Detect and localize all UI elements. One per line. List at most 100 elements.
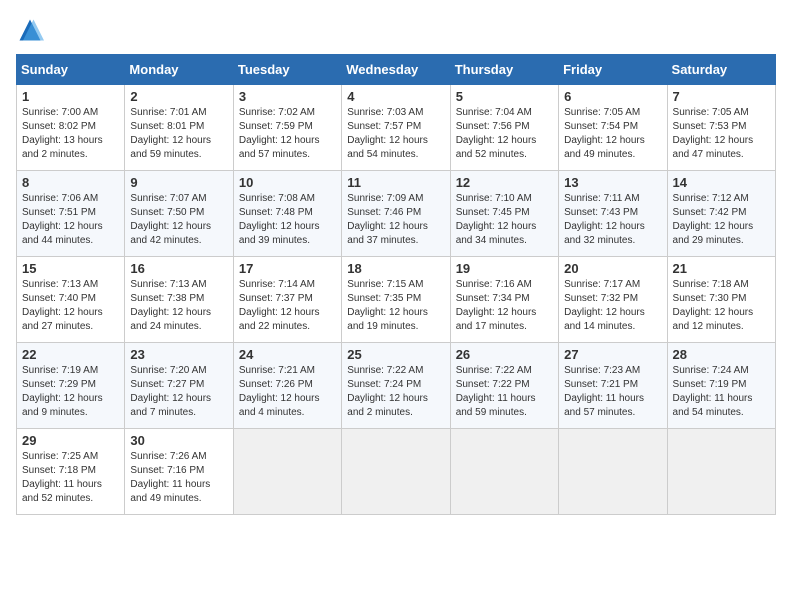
- col-header-tuesday: Tuesday: [233, 55, 341, 85]
- calendar-cell: 1 Sunrise: 7:00 AMSunset: 8:02 PMDaylight…: [17, 85, 125, 171]
- calendar-cell: 15Sunrise: 7:13 AMSunset: 7:40 PMDayligh…: [17, 257, 125, 343]
- calendar-cell: [233, 429, 341, 515]
- cell-content: Sunrise: 7:13 AMSunset: 7:40 PMDaylight:…: [22, 278, 119, 334]
- cell-content: Sunrise: 7:17 AMSunset: 7:32 PMDaylight:…: [564, 278, 661, 334]
- calendar-cell: 17 Sunrise: 7:14 AMSunset: 7:37 PMDayligh…: [233, 257, 341, 343]
- cell-content: Sunrise: 7:03 AMSunset: 7:57 PMDaylight:…: [347, 106, 444, 162]
- calendar-cell: 7 Sunrise: 7:05 AMSunset: 7:53 PMDaylight…: [667, 85, 775, 171]
- page-header: [16, 16, 776, 44]
- cell-content: Sunrise: 7:21 AMSunset: 7:26 PMDaylight:…: [239, 364, 336, 420]
- week-row-5: 29 Sunrise: 7:25 AMSunset: 7:18 PMDayligh…: [17, 429, 776, 515]
- day-number: 6: [564, 89, 661, 104]
- day-number: 18: [347, 261, 444, 276]
- day-number: 21: [673, 261, 770, 276]
- col-header-thursday: Thursday: [450, 55, 558, 85]
- cell-content: Sunrise: 7:23 AMSunset: 7:21 PMDaylight:…: [564, 364, 661, 420]
- calendar-cell: 28Sunrise: 7:24 AMSunset: 7:19 PMDayligh…: [667, 343, 775, 429]
- calendar-cell: 24 Sunrise: 7:21 AMSunset: 7:26 PMDayligh…: [233, 343, 341, 429]
- day-number: 22: [22, 347, 119, 362]
- calendar-cell: 16 Sunrise: 7:13 AMSunset: 7:38 PMDayligh…: [125, 257, 233, 343]
- logo-icon: [16, 16, 44, 44]
- calendar-cell: 21 Sunrise: 7:18 AMSunset: 7:30 PMDayligh…: [667, 257, 775, 343]
- calendar-cell: 14 Sunrise: 7:12 AMSunset: 7:42 PMDayligh…: [667, 171, 775, 257]
- day-number: 12: [456, 175, 553, 190]
- cell-content: Sunrise: 7:08 AMSunset: 7:48 PMDaylight:…: [239, 192, 336, 248]
- day-number: 2: [130, 89, 227, 104]
- calendar-cell: 20 Sunrise: 7:17 AMSunset: 7:32 PMDayligh…: [559, 257, 667, 343]
- cell-content: Sunrise: 7:22 AMSunset: 7:24 PMDaylight:…: [347, 364, 444, 420]
- day-number: 9: [130, 175, 227, 190]
- cell-content: Sunrise: 7:12 AMSunset: 7:42 PMDaylight:…: [673, 192, 770, 248]
- cell-content: Sunrise: 7:16 AMSunset: 7:34 PMDaylight:…: [456, 278, 553, 334]
- cell-content: Sunrise: 7:02 AMSunset: 7:59 PMDaylight:…: [239, 106, 336, 162]
- day-number: 16: [130, 261, 227, 276]
- calendar-cell: [559, 429, 667, 515]
- cell-content: Sunrise: 7:11 AMSunset: 7:43 PMDaylight:…: [564, 192, 661, 248]
- day-number: 17: [239, 261, 336, 276]
- cell-content: Sunrise: 7:22 AMSunset: 7:22 PMDaylight:…: [456, 364, 553, 420]
- day-number: 25: [347, 347, 444, 362]
- day-number: 20: [564, 261, 661, 276]
- day-number: 3: [239, 89, 336, 104]
- cell-content: Sunrise: 7:20 AMSunset: 7:27 PMDaylight:…: [130, 364, 227, 420]
- calendar-cell: 6Sunrise: 7:05 AMSunset: 7:54 PMDaylight…: [559, 85, 667, 171]
- day-number: 5: [456, 89, 553, 104]
- calendar-cell: 3 Sunrise: 7:02 AMSunset: 7:59 PMDaylight…: [233, 85, 341, 171]
- calendar-cell: 8 Sunrise: 7:06 AMSunset: 7:51 PMDaylight…: [17, 171, 125, 257]
- day-number: 11: [347, 175, 444, 190]
- cell-content: Sunrise: 7:00 AMSunset: 8:02 PMDaylight:…: [22, 106, 119, 162]
- day-number: 14: [673, 175, 770, 190]
- day-number: 23: [130, 347, 227, 362]
- week-row-4: 22 Sunrise: 7:19 AMSunset: 7:29 PMDayligh…: [17, 343, 776, 429]
- col-header-saturday: Saturday: [667, 55, 775, 85]
- cell-content: Sunrise: 7:05 AMSunset: 7:53 PMDaylight:…: [673, 106, 770, 162]
- day-number: 8: [22, 175, 119, 190]
- logo: [16, 16, 48, 44]
- day-number: 27: [564, 347, 661, 362]
- calendar-cell: 4 Sunrise: 7:03 AMSunset: 7:57 PMDaylight…: [342, 85, 450, 171]
- day-number: 7: [673, 89, 770, 104]
- calendar-cell: 18 Sunrise: 7:15 AMSunset: 7:35 PMDayligh…: [342, 257, 450, 343]
- calendar-cell: [667, 429, 775, 515]
- cell-content: Sunrise: 7:10 AMSunset: 7:45 PMDaylight:…: [456, 192, 553, 248]
- cell-content: Sunrise: 7:13 AMSunset: 7:38 PMDaylight:…: [130, 278, 227, 334]
- calendar-cell: [342, 429, 450, 515]
- calendar-cell: 12 Sunrise: 7:10 AMSunset: 7:45 PMDayligh…: [450, 171, 558, 257]
- cell-content: Sunrise: 7:18 AMSunset: 7:30 PMDaylight:…: [673, 278, 770, 334]
- col-header-friday: Friday: [559, 55, 667, 85]
- col-header-sunday: Sunday: [17, 55, 125, 85]
- cell-content: Sunrise: 7:25 AMSunset: 7:18 PMDaylight:…: [22, 450, 119, 506]
- cell-content: Sunrise: 7:09 AMSunset: 7:46 PMDaylight:…: [347, 192, 444, 248]
- day-number: 29: [22, 433, 119, 448]
- calendar-cell: 25 Sunrise: 7:22 AMSunset: 7:24 PMDayligh…: [342, 343, 450, 429]
- day-number: 24: [239, 347, 336, 362]
- logo-inner: [16, 16, 48, 44]
- day-number: 26: [456, 347, 553, 362]
- calendar-cell: 30Sunrise: 7:26 AMSunset: 7:16 PMDayligh…: [125, 429, 233, 515]
- day-number: 13: [564, 175, 661, 190]
- calendar-cell: 5Sunrise: 7:04 AMSunset: 7:56 PMDaylight…: [450, 85, 558, 171]
- calendar-cell: 13 Sunrise: 7:11 AMSunset: 7:43 PMDayligh…: [559, 171, 667, 257]
- calendar-cell: 27 Sunrise: 7:23 AMSunset: 7:21 PMDayligh…: [559, 343, 667, 429]
- cell-content: Sunrise: 7:15 AMSunset: 7:35 PMDaylight:…: [347, 278, 444, 334]
- cell-content: Sunrise: 7:19 AMSunset: 7:29 PMDaylight:…: [22, 364, 119, 420]
- cell-content: Sunrise: 7:01 AMSunset: 8:01 PMDaylight:…: [130, 106, 227, 162]
- calendar-cell: 19 Sunrise: 7:16 AMSunset: 7:34 PMDayligh…: [450, 257, 558, 343]
- calendar-cell: 26 Sunrise: 7:22 AMSunset: 7:22 PMDayligh…: [450, 343, 558, 429]
- day-number: 1: [22, 89, 119, 104]
- calendar-cell: 10 Sunrise: 7:08 AMSunset: 7:48 PMDayligh…: [233, 171, 341, 257]
- cell-content: Sunrise: 7:14 AMSunset: 7:37 PMDaylight:…: [239, 278, 336, 334]
- cell-content: Sunrise: 7:06 AMSunset: 7:51 PMDaylight:…: [22, 192, 119, 248]
- day-number: 4: [347, 89, 444, 104]
- cell-content: Sunrise: 7:07 AMSunset: 7:50 PMDaylight:…: [130, 192, 227, 248]
- day-number: 10: [239, 175, 336, 190]
- calendar-cell: 29 Sunrise: 7:25 AMSunset: 7:18 PMDayligh…: [17, 429, 125, 515]
- week-row-2: 8 Sunrise: 7:06 AMSunset: 7:51 PMDaylight…: [17, 171, 776, 257]
- calendar-cell: 11 Sunrise: 7:09 AMSunset: 7:46 PMDayligh…: [342, 171, 450, 257]
- week-row-3: 15Sunrise: 7:13 AMSunset: 7:40 PMDayligh…: [17, 257, 776, 343]
- calendar-cell: 23 Sunrise: 7:20 AMSunset: 7:27 PMDayligh…: [125, 343, 233, 429]
- calendar-table: SundayMondayTuesdayWednesdayThursdayFrid…: [16, 54, 776, 515]
- day-number: 19: [456, 261, 553, 276]
- header-row: SundayMondayTuesdayWednesdayThursdayFrid…: [17, 55, 776, 85]
- calendar-cell: [450, 429, 558, 515]
